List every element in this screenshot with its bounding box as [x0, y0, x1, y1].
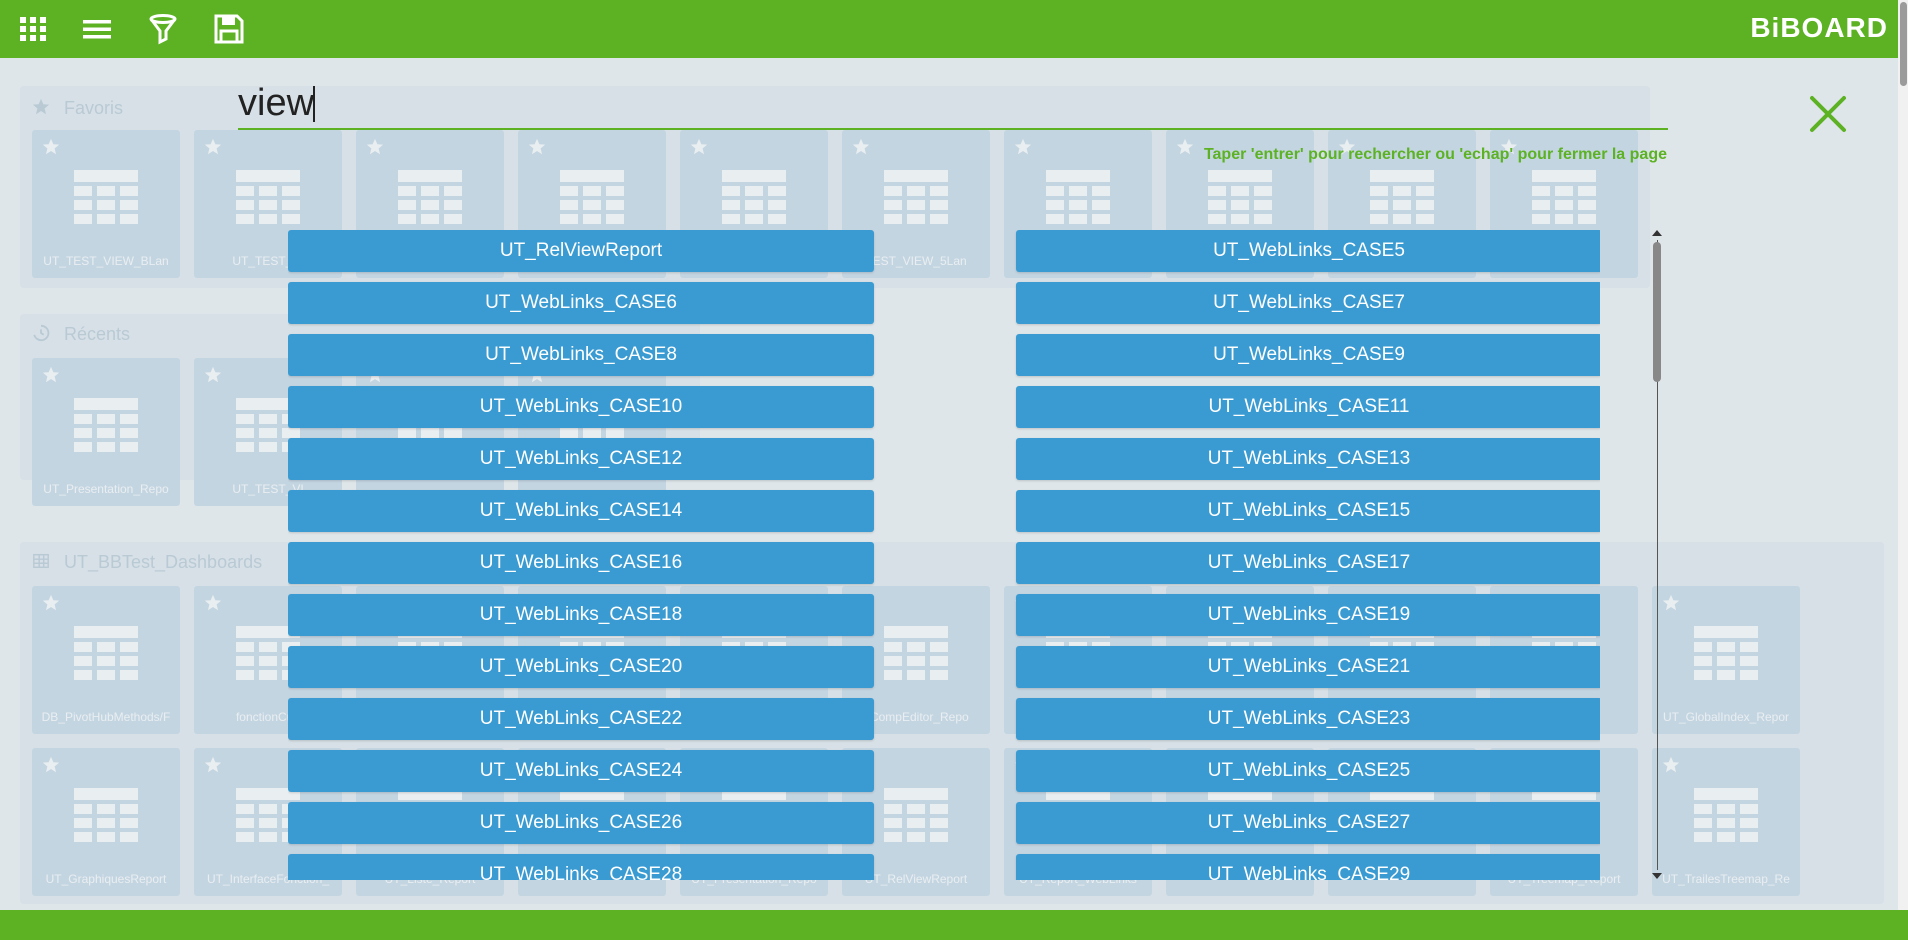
table-grid-icon	[1694, 788, 1758, 842]
search-result-button[interactable]: UT_WebLinks_CASE23	[1016, 698, 1600, 740]
search-results: UT_RelViewReport UT_WebLinks_CASE5 UT_WebL…	[288, 230, 1600, 880]
table-grid-icon	[884, 170, 948, 224]
search-result-button[interactable]: UT_WebLinks_CASE5	[1016, 230, 1600, 272]
bottom-bar	[0, 910, 1908, 940]
biboard-logo: BiBOARD	[1750, 12, 1888, 43]
favorite-star-icon[interactable]	[42, 366, 60, 384]
search-result-button[interactable]: UT_WebLinks_CASE15	[1016, 490, 1600, 532]
search-result-button[interactable]: UT_WebLinks_CASE18	[288, 594, 874, 636]
top-bar: BiBOARD	[0, 0, 1908, 58]
page-scrollbar[interactable]	[1898, 0, 1908, 910]
tile-label: UT_GraphiquesReport	[45, 872, 167, 886]
search-result-button[interactable]: UT_WebLinks_CASE19	[1016, 594, 1600, 636]
tile-label: UT_TEST_VIEW_BLan	[43, 254, 169, 268]
favorite-star-icon[interactable]	[366, 138, 384, 156]
history-icon	[33, 324, 50, 342]
favorite-star-icon[interactable]	[1176, 138, 1194, 156]
scroll-down-arrow-icon[interactable]	[1652, 873, 1662, 879]
dashboard-tile[interactable]: UT_TEST_VIEW_BLan	[32, 130, 180, 278]
search-result-button[interactable]: UT_WebLinks_CASE28	[288, 854, 874, 880]
favorite-star-icon[interactable]	[204, 366, 222, 384]
dashboard-tile[interactable]: UT_Presentation_Repo	[32, 358, 180, 506]
favorite-star-icon[interactable]	[42, 756, 60, 774]
menu-icon[interactable]	[80, 12, 114, 46]
dashboard-tile[interactable]: UT_GraphiquesReport	[32, 748, 180, 896]
table-grid-icon	[74, 170, 138, 224]
apps-grid-icon[interactable]	[16, 12, 50, 46]
search-result-button[interactable]: UT_WebLinks_CASE26	[288, 802, 874, 844]
search-result-button[interactable]: UT_WebLinks_CASE7	[1016, 282, 1600, 324]
search-result-button[interactable]: UT_WebLinks_CASE27	[1016, 802, 1600, 844]
favorite-star-icon[interactable]	[42, 138, 60, 156]
dashboard-tile[interactable]: UT_TrailesTreemap_Re	[1652, 748, 1800, 896]
dashboards-title: UT_BBTest_Dashboards	[64, 552, 263, 572]
favorite-star-icon[interactable]	[1662, 756, 1680, 774]
favorite-star-icon[interactable]	[1662, 594, 1680, 612]
page-scrollbar-thumb[interactable]	[1900, 2, 1907, 86]
table-grid-icon	[722, 170, 786, 224]
favorite-star-icon[interactable]	[204, 138, 222, 156]
scrollbar-thumb[interactable]	[1653, 242, 1661, 382]
search-result-button[interactable]: UT_WebLinks_CASE24	[288, 750, 874, 792]
tile-label: UT_Presentation_Repo	[43, 482, 169, 496]
table-icon	[33, 553, 49, 569]
search-hint: Taper 'entrer' pour rechercher ou 'echap…	[1203, 146, 1667, 163]
text-caret	[313, 86, 315, 122]
scroll-up-arrow-icon[interactable]	[1652, 230, 1662, 236]
table-grid-icon	[74, 398, 138, 452]
search-result-button[interactable]: UT_WebLinks_CASE6	[288, 282, 874, 324]
tile-label: UT_TrailesTreemap_Re	[1662, 872, 1790, 886]
search-result-button[interactable]: UT_WebLinks_CASE25	[1016, 750, 1600, 792]
save-icon[interactable]	[212, 12, 246, 46]
table-grid-icon	[1694, 626, 1758, 680]
search-result-button[interactable]: UT_WebLinks_CASE10	[288, 386, 874, 428]
search-result-button[interactable]: UT_WebLinks_CASE11	[1016, 386, 1600, 428]
search-result-button[interactable]: UT_WebLinks_CASE8	[288, 334, 874, 376]
results-scrollbar[interactable]	[1650, 230, 1664, 880]
favorite-star-icon[interactable]	[204, 594, 222, 612]
search-result-button[interactable]: UT_WebLinks_CASE17	[1016, 542, 1600, 584]
favorite-star-icon[interactable]	[1014, 138, 1032, 156]
search-result-button[interactable]: UT_WebLinks_CASE12	[288, 438, 874, 480]
search-result-button[interactable]: UT_WebLinks_CASE16	[288, 542, 874, 584]
search-result-button[interactable]: UT_WebLinks_CASE22	[288, 698, 874, 740]
search-result-button[interactable]: UT_WebLinks_CASE14	[288, 490, 874, 532]
search-result-button[interactable]: UT_RelViewReport	[288, 230, 874, 272]
search-result-button[interactable]: UT_WebLinks_CASE21	[1016, 646, 1600, 688]
table-grid-icon	[398, 170, 462, 224]
table-grid-icon	[236, 170, 300, 224]
table-grid-icon	[560, 170, 624, 224]
star-icon	[32, 98, 50, 115]
favorite-star-icon[interactable]	[852, 138, 870, 156]
recents-title: Récents	[64, 324, 131, 344]
close-icon[interactable]	[1808, 94, 1848, 134]
favorite-star-icon[interactable]	[690, 138, 708, 156]
dashboard-tile[interactable]: UT_GlobalIndex_Repor	[1652, 586, 1800, 734]
table-grid-icon	[74, 626, 138, 680]
filter-icon[interactable]	[146, 12, 180, 46]
search-result-button[interactable]: UT_WebLinks_CASE9	[1016, 334, 1600, 376]
favorites-title: Favoris	[64, 98, 124, 118]
search-result-button[interactable]: UT_WebLinks_CASE29	[1016, 854, 1600, 880]
tile-label: UT_GlobalIndex_Repor	[1662, 710, 1790, 724]
search-bar	[238, 78, 1668, 130]
tile-label: DB_PivotHubMethods/F	[41, 710, 171, 724]
table-grid-icon	[1046, 170, 1110, 224]
dashboard-tile[interactable]: DB_PivotHubMethods/F	[32, 586, 180, 734]
table-grid-icon	[74, 788, 138, 842]
table-grid-icon	[1532, 170, 1596, 224]
search-result-button[interactable]: UT_WebLinks_CASE13	[1016, 438, 1600, 480]
favorite-star-icon[interactable]	[528, 138, 546, 156]
search-input[interactable]	[238, 80, 1658, 126]
favorite-star-icon[interactable]	[204, 756, 222, 774]
search-result-button[interactable]: UT_WebLinks_CASE20	[288, 646, 874, 688]
table-grid-icon	[1370, 170, 1434, 224]
table-grid-icon	[1208, 170, 1272, 224]
favorite-star-icon[interactable]	[42, 594, 60, 612]
